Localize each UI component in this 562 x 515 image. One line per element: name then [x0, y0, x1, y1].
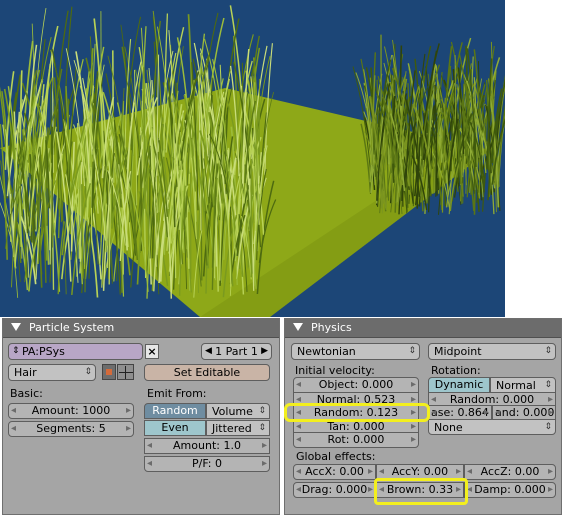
collapse-triangle-icon[interactable] — [293, 323, 303, 331]
pf-field[interactable]: P/F: 0 — [144, 456, 270, 472]
initial-velocity-label: Initial velocity: — [295, 364, 375, 377]
part-selector-label: 1 Part 1 — [215, 345, 258, 358]
menu-arrows-icon: ⇕ — [84, 367, 92, 377]
angular-menu-label: None — [434, 421, 463, 434]
menu-arrows-icon: ⇕ — [544, 380, 552, 390]
emit-amount-field[interactable]: Amount: 1.0 — [144, 438, 270, 454]
amount-field[interactable]: Amount: 1000 — [8, 403, 134, 419]
menu-arrows-icon: ⇕ — [544, 346, 552, 356]
name-field-text: PA:PSys — [22, 345, 65, 358]
physics-header[interactable]: Physics — [285, 319, 561, 338]
highlight-brown-annotation — [374, 478, 468, 505]
type-menu-label: Hair — [14, 366, 37, 379]
panel-title: Physics — [311, 321, 352, 334]
jittered-menu[interactable]: Jittered ⇕ — [206, 420, 270, 436]
object-velocity-field[interactable]: Object: 0.000 — [293, 377, 419, 393]
rotation-label: Rotation: — [431, 364, 481, 377]
global-effects-label: Global effects: — [296, 450, 376, 463]
collapse-triangle-icon[interactable] — [11, 323, 21, 331]
rot-velocity-field[interactable]: Rot: 0.000 — [293, 432, 419, 448]
basic-label: Basic: — [10, 387, 43, 400]
physics-menu-label: Newtonian — [297, 345, 356, 358]
particle-system-name-field[interactable]: ⇕ PA:PSys — [8, 343, 143, 360]
menu-arrows-icon: ⇕ — [544, 422, 552, 432]
particle-system-header[interactable]: Particle System — [3, 319, 279, 338]
menu-arrows-icon: ⇕ — [258, 423, 266, 433]
menu-arrows-icon: ⇕ — [408, 346, 416, 356]
delete-x-button[interactable]: × — [145, 344, 159, 359]
accz-field[interactable]: AccZ: 0.00 — [464, 464, 556, 480]
browse-icon[interactable]: ⇕ — [12, 344, 20, 359]
panel-title: Particle System — [29, 321, 115, 334]
damp-field[interactable]: Damp: 0.000 — [464, 482, 556, 498]
part-selector[interactable]: ◀ 1 Part 1 ▶ — [201, 343, 272, 360]
volume-menu-label: Volume — [212, 405, 253, 418]
even-toggle[interactable]: Even — [144, 420, 206, 436]
set-editable-button[interactable]: Set Editable — [144, 364, 270, 381]
emit-from-label: Emit From: — [147, 387, 207, 400]
render-icon[interactable] — [102, 364, 116, 380]
jittered-menu-label: Jittered — [212, 422, 252, 435]
integrator-menu-label: Midpoint — [434, 345, 482, 358]
rotation-mode-menu[interactable]: Normal ⇕ — [490, 377, 556, 393]
segments-field[interactable]: Segments: 5 — [8, 421, 134, 437]
accx-field[interactable]: AccX: 0.00 — [293, 464, 376, 480]
right-arrow-icon[interactable]: ▶ — [261, 344, 268, 359]
volume-menu[interactable]: Volume ⇕ — [206, 403, 270, 419]
drag-field[interactable]: Drag: 0.000 — [293, 482, 376, 498]
render-viewport — [0, 0, 505, 317]
left-arrow-icon[interactable]: ◀ — [205, 344, 212, 359]
particle-type-menu[interactable]: Hair ⇕ — [8, 364, 96, 381]
physics-type-menu[interactable]: Newtonian ⇕ — [291, 343, 420, 360]
dynamic-toggle[interactable]: Dynamic — [428, 377, 490, 393]
highlight-random-annotation — [284, 403, 430, 422]
grid-view-icon[interactable] — [117, 364, 134, 380]
menu-arrows-icon: ⇕ — [258, 406, 266, 416]
angular-velocity-menu[interactable]: None ⇕ — [428, 419, 556, 435]
integrator-menu[interactable]: Midpoint ⇕ — [428, 343, 556, 360]
grass-render-image — [0, 5, 505, 317]
random-toggle[interactable]: Random — [144, 403, 206, 419]
rotation-menu-label: Normal — [496, 379, 536, 392]
